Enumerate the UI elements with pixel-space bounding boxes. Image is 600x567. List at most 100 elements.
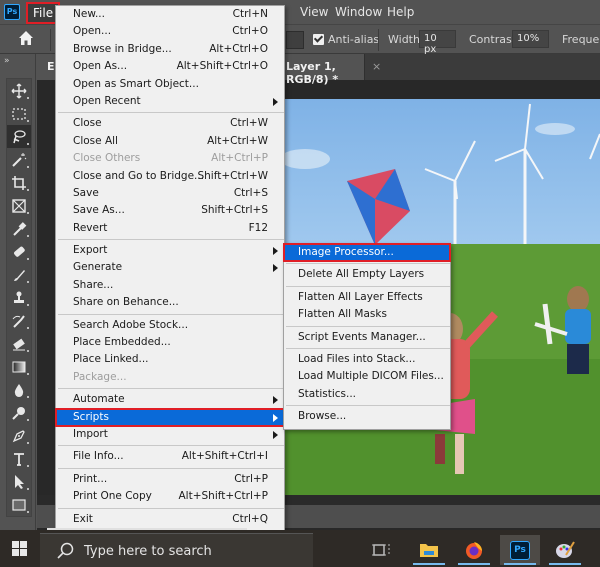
scripts-item-delete-all-empty-layers[interactable]: Delete All Empty Layers [284, 266, 450, 283]
options-field[interactable] [286, 31, 304, 49]
menu-item-import[interactable]: Import [56, 426, 284, 443]
crop-tool[interactable] [7, 171, 31, 194]
menu-item-label: Close and Go to Bridge... [73, 169, 205, 182]
windows-logo-icon-part [20, 549, 27, 556]
folder-icon [420, 544, 438, 557]
file-menu: New... Ctrl+N Open... Ctrl+O Browse in Bridg… [55, 5, 285, 533]
gradient-tool[interactable] [7, 355, 31, 378]
menu-item-open-as[interactable]: Open As... Alt+Shift+Ctrl+O [56, 58, 284, 75]
menu-item-place-embedded[interactable]: Place Embedded... [56, 334, 284, 351]
contrast-input[interactable]: 10% [512, 30, 549, 48]
menu-item-close-and-go-to-bridge[interactable]: Close and Go to Bridge... Shift+Ctrl+W [56, 168, 284, 185]
menu-item-place-linked[interactable]: Place Linked... [56, 351, 284, 368]
menu-item-print[interactable]: Print... Ctrl+P [56, 471, 284, 488]
scripts-submenu: Image Processor... Delete All Empty Layer… [283, 242, 451, 430]
eraser-tool[interactable] [7, 332, 31, 355]
scripts-item-script-events-manager[interactable]: Script Events Manager... [284, 329, 450, 346]
menu-item-label: Close Others [73, 152, 141, 165]
menu-item-label: Scripts [73, 410, 109, 423]
marquee-tool[interactable] [7, 102, 31, 125]
menu-item-share-on-behance[interactable]: Share on Behance... [56, 294, 284, 311]
menu-item-scripts[interactable]: Scripts [55, 407, 285, 428]
crop-icon [12, 175, 26, 190]
magnetic-lasso-tool[interactable] [7, 125, 31, 148]
menu-separator [286, 285, 450, 287]
menu-window[interactable]: Window [335, 5, 382, 19]
rectangle-icon [12, 498, 26, 511]
rectangle-tool[interactable] [7, 493, 31, 516]
type-tool[interactable] [7, 447, 31, 470]
menu-item-automate[interactable]: Automate [56, 391, 284, 408]
scripts-item-browse[interactable]: Browse... [284, 408, 450, 425]
anti-alias-label: Anti-alias [328, 33, 380, 46]
file-explorer-button[interactable] [409, 535, 449, 565]
menu-item-export[interactable]: Export [56, 242, 284, 259]
menu-item-open[interactable]: Open... Ctrl+O [56, 23, 284, 40]
menu-item-file-info[interactable]: File Info... Alt+Shift+Ctrl+I [56, 448, 284, 465]
menu-item-open-recent[interactable]: Open Recent [56, 93, 284, 110]
eyedropper-tool[interactable] [7, 217, 31, 240]
history-brush-tool[interactable] [7, 309, 31, 332]
scripts-item-load-files-into-stack[interactable]: Load Files into Stack... [284, 351, 450, 368]
clone-stamp-tool[interactable] [7, 286, 31, 309]
home-button[interactable] [8, 30, 44, 50]
width-input[interactable]: 10 px [419, 30, 456, 55]
menu-view[interactable]: View [300, 5, 328, 19]
menu-item-browse-in-bridge[interactable]: Browse in Bridge... Alt+Ctrl+O [56, 41, 284, 58]
collapse-panel-icon[interactable]: » [4, 56, 9, 66]
menu-item-open-as-smart-object[interactable]: Open as Smart Object... [56, 76, 284, 93]
menu-help[interactable]: Help [387, 5, 414, 19]
close-tab-icon[interactable]: × [372, 60, 381, 73]
submenu-arrow-icon [273, 430, 278, 439]
menu-item-close[interactable]: Close Ctrl+W [56, 115, 284, 132]
menu-item-shortcut: Alt+Ctrl+P [211, 152, 268, 165]
dodge-tool[interactable] [7, 401, 31, 424]
photoshop-logo-icon: Ps [4, 4, 20, 20]
taskbar-search-box[interactable]: Type here to search [40, 533, 313, 567]
menu-item-label: Close All [73, 134, 118, 147]
submenu-arrow-icon [273, 97, 278, 106]
firefox-button[interactable] [454, 535, 494, 565]
task-view-button[interactable] [362, 535, 402, 565]
scripts-item-load-multiple-dicom-files[interactable]: Load Multiple DICOM Files... [284, 368, 450, 385]
menu-item-shortcut: Shift+Ctrl+S [201, 204, 268, 217]
healing-brush-tool[interactable] [7, 240, 31, 263]
photoshop-taskbar-button[interactable]: Ps [500, 535, 540, 565]
menu-item-generate[interactable]: Generate [56, 259, 284, 276]
pen-tool[interactable] [7, 424, 31, 447]
menu-item-label: Print... [73, 472, 108, 485]
scripts-item-flatten-all-layer-effects[interactable]: Flatten All Layer Effects [284, 289, 450, 306]
move-tool[interactable] [7, 79, 31, 102]
menu-item-label: Share... [73, 278, 114, 291]
running-indicator [549, 563, 581, 565]
menu-separator [286, 325, 450, 327]
menu-item-label: Revert [73, 221, 108, 234]
path-selection-tool[interactable] [7, 470, 31, 493]
menu-item-new[interactable]: New... Ctrl+N [56, 6, 284, 23]
submenu-arrow-icon [273, 413, 278, 422]
menu-item-close-all[interactable]: Close All Alt+Ctrl+W [56, 133, 284, 150]
blur-tool[interactable] [7, 378, 31, 401]
menu-item-save[interactable]: Save Ctrl+S [56, 185, 284, 202]
brush-tool[interactable] [7, 263, 31, 286]
menu-separator [58, 388, 284, 390]
menu-item-share[interactable]: Share... [56, 277, 284, 294]
menu-item-print-one-copy[interactable]: Print One Copy Alt+Shift+Ctrl+P [56, 488, 284, 505]
search-icon [57, 542, 74, 559]
menu-item-exit[interactable]: Exit Ctrl+Q [56, 511, 284, 528]
scripts-item-statistics[interactable]: Statistics... [284, 386, 450, 403]
menu-item-revert[interactable]: Revert F12 [56, 220, 284, 237]
menu-item-save-as[interactable]: Save As... Shift+Ctrl+S [56, 202, 284, 219]
paint-button[interactable] [545, 535, 585, 565]
menu-item-shortcut: Alt+Shift+Ctrl+I [181, 450, 268, 463]
scripts-item-flatten-all-masks[interactable]: Flatten All Masks [284, 306, 450, 323]
start-button[interactable] [12, 541, 28, 557]
menu-item-search-adobe-stock[interactable]: Search Adobe Stock... [56, 317, 284, 334]
scripts-item-image-processor[interactable]: Image Processor... [283, 242, 451, 263]
brush-icon [14, 269, 25, 281]
frame-tool[interactable] [7, 194, 31, 217]
magic-wand-tool[interactable] [7, 148, 31, 171]
anti-alias-checkbox[interactable] [313, 34, 324, 45]
menu-item-label: Script Events Manager... [298, 330, 426, 343]
windmill [494, 103, 544, 244]
